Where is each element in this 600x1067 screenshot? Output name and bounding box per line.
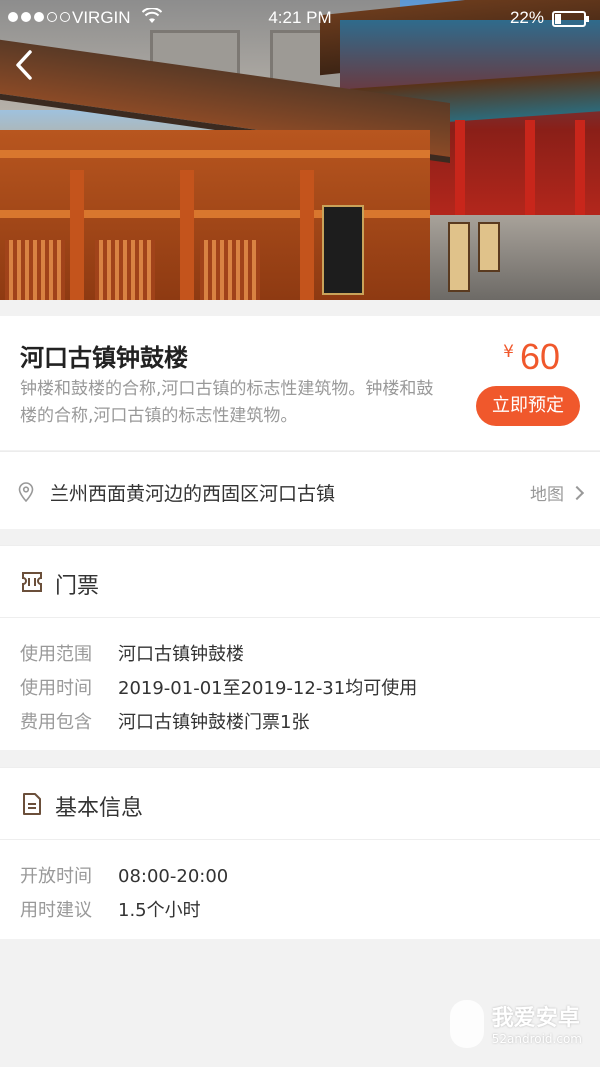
info-label: 费用包含 <box>20 712 92 733</box>
info-label: 用时建议 <box>20 900 92 921</box>
basic-info-list: 开放时间 08:00-20:00 用时建议 1.5个小时 <box>20 860 228 928</box>
chevron-right-icon <box>569 485 585 500</box>
info-label: 使用时间 <box>20 678 92 699</box>
attraction-title: 河口古镇钟鼓楼 <box>20 344 188 372</box>
back-button[interactable] <box>10 48 44 88</box>
ticket-section-title: 门票 <box>55 574 100 599</box>
android-logo-icon <box>449 1000 484 1048</box>
attraction-description: 钟楼和鼓楼的合称,河口古镇的标志性建筑物。钟楼和鼓楼的合称,河口古镇的标志性建筑… <box>20 379 434 426</box>
price-display: ¥60 <box>503 336 560 378</box>
battery-percent: 22% <box>509 8 544 27</box>
attraction-intro-card: 河口古镇钟鼓楼 钟楼和鼓楼的合称,河口古镇的标志性建筑物。钟楼和鼓楼的合称,河口… <box>0 316 600 450</box>
ticket-section-header: 门票 <box>0 546 600 618</box>
info-value: 2019-01-01至2019-12-31均可使用 <box>118 678 418 699</box>
location-row[interactable]: 兰州西面黄河边的西固区河口古镇 地图 <box>0 451 600 529</box>
map-link-label: 地图 <box>530 485 564 505</box>
ticket-icon <box>22 572 42 592</box>
info-label: 开放时间 <box>20 866 92 887</box>
document-icon <box>23 793 41 815</box>
info-label: 使用范围 <box>20 644 92 665</box>
info-row: 费用包含 河口古镇钟鼓楼门票1张 <box>20 706 417 740</box>
map-pin-icon <box>18 482 34 502</box>
ticket-section: 门票 使用范围 河口古镇钟鼓楼 使用时间 2019-01-01至2019-12-… <box>0 545 600 750</box>
info-value: 1.5个小时 <box>118 900 201 921</box>
watermark: 我爱安卓 52android.com <box>449 1000 582 1048</box>
info-row: 用时建议 1.5个小时 <box>20 894 228 928</box>
info-row: 使用范围 河口古镇钟鼓楼 <box>20 638 417 672</box>
price-value: 60 <box>519 336 560 377</box>
status-bar: VIRGIN 4:21 PM 22% <box>0 0 600 36</box>
address-text: 兰州西面黄河边的西固区河口古镇 <box>50 483 336 505</box>
info-value: 河口古镇钟鼓楼 <box>118 644 244 665</box>
info-value: 08:00-20:00 <box>118 866 229 887</box>
map-link[interactable]: 地图 <box>530 480 585 505</box>
chevron-left-icon <box>16 50 32 80</box>
battery-icon <box>552 11 589 27</box>
ticket-info-list: 使用范围 河口古镇钟鼓楼 使用时间 2019-01-01至2019-12-31均… <box>20 638 417 740</box>
info-row: 使用时间 2019-01-01至2019-12-31均可使用 <box>20 672 417 706</box>
basic-info-header: 基本信息 <box>0 768 600 840</box>
info-row: 开放时间 08:00-20:00 <box>20 860 228 894</box>
watermark-url: 52android.com <box>491 1032 582 1046</box>
basic-info-section: 基本信息 开放时间 08:00-20:00 用时建议 1.5个小时 <box>0 767 600 939</box>
watermark-name: 我爱安卓 <box>491 1006 580 1031</box>
hero-image <box>0 0 600 300</box>
info-value: 河口古镇钟鼓楼门票1张 <box>118 712 310 733</box>
price-currency: ¥ <box>503 342 514 362</box>
book-now-button[interactable]: 立即预定 <box>476 386 580 426</box>
basic-info-title: 基本信息 <box>55 796 144 821</box>
